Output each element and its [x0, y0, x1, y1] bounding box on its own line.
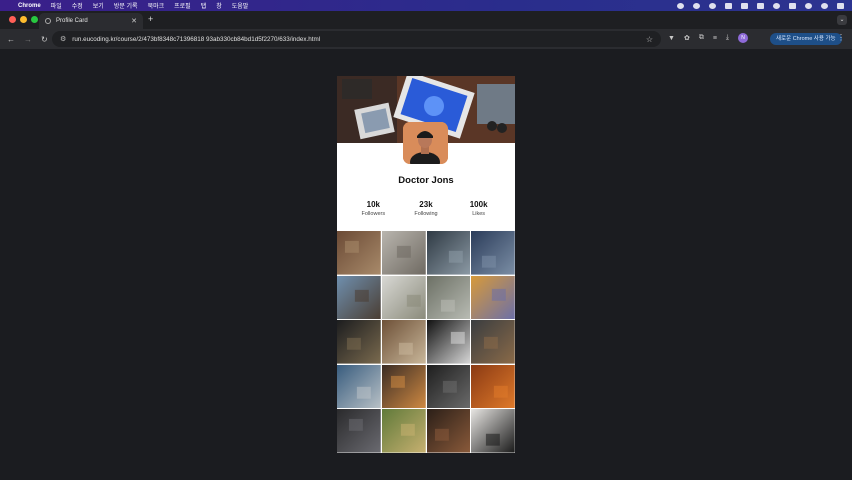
- tab-title: Profile Card: [56, 18, 88, 24]
- puzzle-icon[interactable]: ⧉: [699, 34, 704, 42]
- gallery-photo[interactable]: [426, 409, 471, 453]
- tab-profile-card[interactable]: Profile Card ✕: [39, 13, 143, 29]
- tab-search-button[interactable]: ⌄: [837, 15, 847, 25]
- control-center-icon[interactable]: [837, 2, 844, 9]
- media-control-icon[interactable]: ≡: [713, 35, 717, 42]
- stat-followers[interactable]: 10k Followers: [353, 200, 393, 217]
- bookmark-star-icon[interactable]: ☆: [646, 35, 653, 44]
- menu-edit[interactable]: 수정: [72, 1, 83, 10]
- gallery-photo[interactable]: [471, 231, 515, 275]
- menu-app-name[interactable]: Chrome: [18, 3, 41, 9]
- back-icon[interactable]: ←: [7, 35, 15, 44]
- stat-following[interactable]: 23k Following: [406, 200, 446, 217]
- menu-bookmarks[interactable]: 북마크: [148, 1, 165, 10]
- stat-label: Followers: [361, 211, 386, 217]
- download-icon[interactable]: ⤓: [726, 34, 729, 42]
- minimize-window-button[interactable]: [20, 16, 27, 23]
- profile-avatar[interactable]: N: [738, 33, 749, 43]
- stat-likes[interactable]: 100k Likes: [459, 200, 499, 217]
- gallery-photo[interactable]: [381, 231, 426, 275]
- page-viewport: Doctor Jons 10k Followers 23k Following …: [0, 49, 852, 480]
- forward-icon[interactable]: →: [24, 35, 32, 44]
- new-tab-button[interactable]: +: [148, 14, 153, 24]
- gallery-photo[interactable]: [426, 275, 471, 320]
- gallery-photo[interactable]: [471, 320, 515, 364]
- profile-name: Doctor Jons: [398, 175, 454, 186]
- site-info-icon[interactable]: ⚙: [60, 35, 66, 43]
- menu-history[interactable]: 방문 기록: [114, 1, 138, 10]
- macos-menubar: Chrome 파일 수정 보기 방문 기록 북마크 프로필 탭 창 도움말: [0, 0, 852, 11]
- gallery-photo[interactable]: [381, 409, 426, 453]
- wifi-icon[interactable]: [805, 2, 812, 9]
- menu-tab[interactable]: 탭: [201, 1, 207, 10]
- gallery-photo[interactable]: [426, 231, 471, 275]
- chat-icon[interactable]: [693, 2, 700, 9]
- browser-toolbar: ← → ↻ ⚙ run.eucoding.kr/course/2/473bf83…: [0, 29, 852, 49]
- mail-icon[interactable]: [725, 2, 732, 9]
- close-tab-icon[interactable]: ✕: [131, 17, 137, 25]
- menu-profiles[interactable]: 프로필: [174, 1, 191, 10]
- gallery-photo[interactable]: [337, 320, 381, 364]
- profile-photo: [403, 122, 448, 164]
- photo-gallery: [337, 231, 515, 453]
- keyboard-icon[interactable]: [757, 2, 764, 9]
- stat-label: Likes: [472, 211, 486, 217]
- record-icon[interactable]: [677, 2, 684, 9]
- update-chrome-button[interactable]: 새로운 Chrome 사용 가능: [770, 33, 842, 45]
- extension-icon[interactable]: ▼: [668, 35, 675, 42]
- globe-icon: [45, 18, 51, 24]
- battery-icon[interactable]: [789, 2, 796, 9]
- menu-window[interactable]: 창: [216, 1, 222, 10]
- close-window-button[interactable]: [9, 16, 16, 23]
- gallery-photo[interactable]: [381, 364, 426, 409]
- stat-value: 23k: [419, 200, 433, 209]
- menu-file[interactable]: 파일: [51, 1, 62, 10]
- chrome-menu-icon[interactable]: ⋮: [837, 33, 845, 42]
- gallery-photo[interactable]: [471, 409, 515, 453]
- stat-value: 10k: [366, 200, 380, 209]
- menu-help[interactable]: 도움말: [232, 1, 249, 10]
- play-icon[interactable]: [773, 2, 780, 9]
- search-icon[interactable]: [821, 2, 828, 9]
- tab-strip: Profile Card ✕ + ⌄: [0, 11, 852, 29]
- gallery-photo[interactable]: [337, 275, 381, 320]
- zoom-window-button[interactable]: [31, 16, 38, 23]
- address-bar[interactable]: ⚙ run.eucoding.kr/course/2/473bf8348c713…: [52, 31, 661, 47]
- stat-label: Following: [414, 211, 438, 217]
- gallery-photo[interactable]: [426, 320, 471, 364]
- gallery-photo[interactable]: [337, 409, 381, 453]
- reload-icon[interactable]: ↻: [41, 35, 48, 44]
- settings-extension-icon[interactable]: ✿: [684, 34, 690, 42]
- gallery-photo[interactable]: [471, 364, 515, 409]
- profile-stats: 10k Followers 23k Following 100k Likes: [337, 200, 515, 217]
- menu-view[interactable]: 보기: [93, 1, 104, 10]
- gallery-photo[interactable]: [426, 364, 471, 409]
- url-text[interactable]: run.eucoding.kr/course/2/473bf8348c71396…: [72, 36, 640, 43]
- gallery-photo[interactable]: [381, 275, 426, 320]
- profile-card: Doctor Jons 10k Followers 23k Following …: [337, 76, 515, 453]
- window-controls: [9, 16, 38, 23]
- messenger-icon[interactable]: [709, 2, 716, 9]
- gallery-photo[interactable]: [337, 364, 381, 409]
- pen-icon[interactable]: [741, 2, 748, 9]
- stat-value: 100k: [469, 200, 488, 209]
- gallery-photo[interactable]: [471, 275, 515, 320]
- gallery-photo[interactable]: [337, 231, 381, 275]
- gallery-photo[interactable]: [381, 320, 426, 364]
